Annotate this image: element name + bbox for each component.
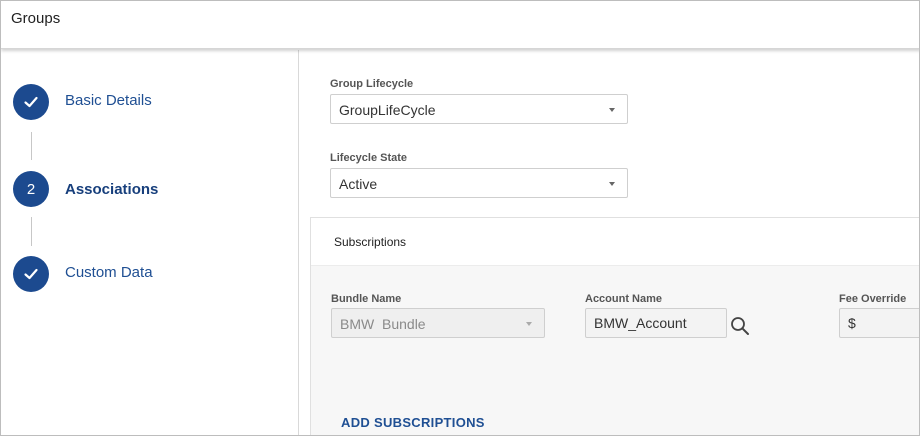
subscriptions-header: Subscriptions	[311, 218, 919, 266]
lifecycle-state-value: Active	[339, 176, 378, 192]
app-window: Groups Basic Details 2 Associations Cust…	[0, 0, 920, 436]
step-basic-details[interactable]: Basic Details	[13, 84, 152, 120]
add-subscriptions-button[interactable]: ADD SUBSCRIPTIONS	[341, 415, 485, 430]
lifecycle-state-select[interactable]: Active	[330, 168, 628, 198]
fee-override-field[interactable]: $	[839, 308, 919, 338]
check-icon	[13, 256, 49, 292]
page-title: Groups	[11, 10, 61, 27]
account-name-value: BMW_Account	[594, 315, 687, 331]
step-connector	[31, 217, 32, 246]
page-header: Groups	[1, 1, 919, 49]
subscriptions-title: Subscriptions	[334, 235, 407, 249]
bundle-name-label: Bundle Name	[331, 293, 402, 305]
chevron-down-icon	[526, 322, 532, 326]
group-lifecycle-value: GroupLifeCycle	[339, 102, 436, 118]
bundle-name-value: BMW Bundle	[340, 316, 426, 332]
search-icon[interactable]	[729, 315, 751, 337]
main-form: Group Lifecycle GroupLifeCycle Lifecycle…	[300, 50, 919, 435]
subscriptions-panel: Subscriptions Bundle Name BMW Bundle Acc…	[310, 217, 919, 435]
step-label: Custom Data	[65, 263, 153, 281]
group-lifecycle-label: Group Lifecycle	[330, 78, 414, 90]
stepper-sidebar: Basic Details 2 Associations Custom Data	[1, 50, 299, 435]
account-name-label: Account Name	[585, 293, 663, 305]
step-associations[interactable]: 2 Associations	[13, 171, 158, 207]
lifecycle-state-label: Lifecycle State	[330, 152, 408, 164]
step-custom-data[interactable]: Custom Data	[13, 256, 153, 292]
step-number: 2	[13, 171, 49, 207]
step-label: Basic Details	[65, 91, 152, 109]
bundle-name-select: BMW Bundle	[331, 308, 545, 338]
chevron-down-icon	[609, 108, 615, 112]
check-icon	[13, 84, 49, 120]
step-connector	[31, 132, 32, 160]
step-label: Associations	[65, 180, 159, 198]
chevron-down-icon	[609, 182, 615, 186]
fee-override-label: Fee Override	[839, 293, 907, 305]
account-name-field[interactable]: BMW_Account	[585, 308, 727, 338]
fee-override-value: $	[848, 315, 856, 331]
group-lifecycle-select[interactable]: GroupLifeCycle	[330, 94, 628, 124]
